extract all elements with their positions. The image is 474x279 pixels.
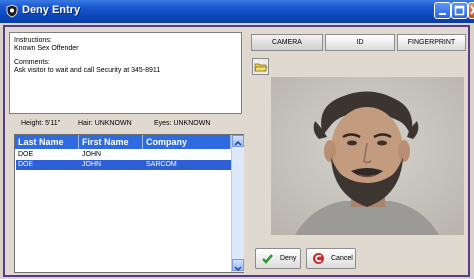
portrait-image	[271, 77, 464, 235]
comments-label: Comments:	[14, 59, 50, 66]
chevron-up-icon	[234, 140, 242, 146]
cancel-button[interactable]: Cancel	[306, 248, 356, 269]
folder-icon	[254, 63, 268, 72]
checkmark-icon	[262, 254, 273, 264]
visitor-photo	[271, 77, 464, 235]
scroll-up-button[interactable]	[232, 135, 244, 147]
instructions-label: Instructions:	[14, 37, 52, 44]
vertical-scrollbar[interactable]	[231, 135, 244, 272]
deny-button-label: Deny	[280, 255, 297, 262]
table-row-selected[interactable]	[16, 160, 231, 170]
minimize-icon	[439, 13, 446, 15]
maximize-icon	[454, 5, 465, 16]
shield-icon	[6, 4, 18, 18]
chevron-down-icon	[234, 266, 242, 272]
cell-last-name: DOE	[18, 151, 34, 158]
maximize-button[interactable]	[451, 2, 468, 19]
height-value: Height: 5'11"	[21, 120, 61, 127]
close-button[interactable]	[468, 2, 474, 19]
cell-first-name: JOHN	[82, 151, 102, 158]
cell-last-name: DOE	[18, 161, 34, 168]
visitor-grid[interactable]: Last Name First Name Company DOE JOHN DO…	[14, 134, 244, 273]
cell-first-name: JOHN	[82, 161, 102, 168]
tab-id[interactable]: ID	[325, 34, 395, 51]
cancel-button-label: Cancel	[331, 255, 353, 262]
hair-value: Hair: UNKNOWN	[78, 120, 132, 127]
deny-button[interactable]: Deny	[255, 248, 301, 269]
column-header-company[interactable]: Company	[143, 135, 231, 149]
open-photo-button[interactable]	[252, 58, 269, 75]
comments-text: Ask visitor to wait and call Security at…	[14, 67, 161, 74]
tab-fingerprint[interactable]: FINGERPRINT	[397, 34, 466, 51]
column-header-first-name[interactable]: First Name	[79, 135, 143, 149]
close-icon	[470, 5, 474, 15]
cancel-icon	[313, 253, 324, 264]
deny-entry-window: Deny Entry Instructions: Known Sex Offen…	[0, 0, 474, 279]
column-header-last-name[interactable]: Last Name	[15, 135, 79, 149]
minimize-button[interactable]	[434, 2, 451, 19]
eyes-value: Eyes: UNKNOWN	[154, 120, 211, 127]
tab-camera[interactable]: CAMERA	[251, 34, 323, 51]
title-bar[interactable]: Deny Entry	[0, 0, 474, 23]
window-title: Deny Entry	[22, 4, 81, 16]
scroll-down-button[interactable]	[232, 259, 244, 272]
notes-panel[interactable]: Instructions: Known Sex Offender Comment…	[9, 32, 242, 114]
cell-company: SARCOM	[146, 161, 177, 168]
instructions-text: Known Sex Offender	[14, 45, 79, 52]
